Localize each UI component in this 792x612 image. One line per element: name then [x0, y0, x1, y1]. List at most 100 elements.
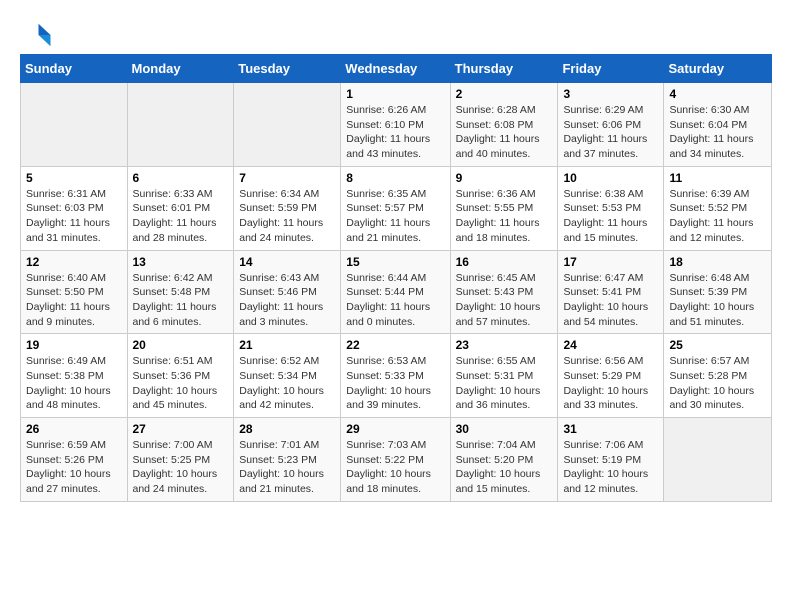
day-number: 27 — [133, 422, 229, 436]
day-info: Sunrise: 6:44 AMSunset: 5:44 PMDaylight:… — [346, 271, 444, 330]
day-cell — [664, 418, 772, 502]
day-number: 28 — [239, 422, 335, 436]
col-header-monday: Monday — [127, 55, 234, 83]
day-cell: 20 Sunrise: 6:51 AMSunset: 5:36 PMDayligh… — [127, 334, 234, 418]
calendar-table: SundayMondayTuesdayWednesdayThursdayFrid… — [20, 54, 772, 502]
day-number: 20 — [133, 338, 229, 352]
day-info: Sunrise: 6:36 AMSunset: 5:55 PMDaylight:… — [456, 187, 553, 246]
day-number: 8 — [346, 171, 444, 185]
day-info: Sunrise: 7:00 AMSunset: 5:25 PMDaylight:… — [133, 438, 229, 497]
day-cell: 12Sunrise: 6:40 AMSunset: 5:50 PMDayligh… — [21, 250, 128, 334]
day-number: 5 — [26, 171, 122, 185]
day-info: Sunrise: 6:35 AMSunset: 5:57 PMDaylight:… — [346, 187, 444, 246]
day-number: 2 — [456, 87, 553, 101]
day-number: 22 — [346, 338, 444, 352]
col-header-wednesday: Wednesday — [341, 55, 450, 83]
day-cell: 31 Sunrise: 7:06 AMSunset: 5:19 PMDayligh… — [558, 418, 664, 502]
day-number: 1 — [346, 87, 444, 101]
col-header-friday: Friday — [558, 55, 664, 83]
day-info: Sunrise: 7:06 AMSunset: 5:19 PMDaylight:… — [563, 438, 658, 497]
day-number: 30 — [456, 422, 553, 436]
day-cell: 7 Sunrise: 6:34 AMSunset: 5:59 PMDaylight… — [234, 166, 341, 250]
day-info: Sunrise: 6:48 AMSunset: 5:39 PMDaylight:… — [669, 271, 766, 330]
day-info: Sunrise: 6:56 AMSunset: 5:29 PMDaylight:… — [563, 354, 658, 413]
day-cell: 18 Sunrise: 6:48 AMSunset: 5:39 PMDayligh… — [664, 250, 772, 334]
day-info: Sunrise: 6:26 AMSunset: 6:10 PMDaylight:… — [346, 103, 444, 162]
day-number: 7 — [239, 171, 335, 185]
day-info: Sunrise: 7:04 AMSunset: 5:20 PMDaylight:… — [456, 438, 553, 497]
day-cell: 29 Sunrise: 7:03 AMSunset: 5:22 PMDayligh… — [341, 418, 450, 502]
day-cell: 25 Sunrise: 6:57 AMSunset: 5:28 PMDayligh… — [664, 334, 772, 418]
day-number: 17 — [563, 255, 658, 269]
week-row-2: 5 Sunrise: 6:31 AMSunset: 6:03 PMDaylight… — [21, 166, 772, 250]
day-cell: 23 Sunrise: 6:55 AMSunset: 5:31 PMDayligh… — [450, 334, 558, 418]
day-info: Sunrise: 6:42 AMSunset: 5:48 PMDaylight:… — [133, 271, 229, 330]
day-info: Sunrise: 7:03 AMSunset: 5:22 PMDaylight:… — [346, 438, 444, 497]
day-number: 23 — [456, 338, 553, 352]
day-number: 15 — [346, 255, 444, 269]
day-number: 10 — [563, 171, 658, 185]
day-info: Sunrise: 6:34 AMSunset: 5:59 PMDaylight:… — [239, 187, 335, 246]
day-info: Sunrise: 6:59 AMSunset: 5:26 PMDaylight:… — [26, 438, 122, 497]
col-header-saturday: Saturday — [664, 55, 772, 83]
day-cell: 17 Sunrise: 6:47 AMSunset: 5:41 PMDayligh… — [558, 250, 664, 334]
day-number: 4 — [669, 87, 766, 101]
day-number: 24 — [563, 338, 658, 352]
day-info: Sunrise: 6:57 AMSunset: 5:28 PMDaylight:… — [669, 354, 766, 413]
day-info: Sunrise: 6:29 AMSunset: 6:06 PMDaylight:… — [563, 103, 658, 162]
day-cell: 2 Sunrise: 6:28 AMSunset: 6:08 PMDaylight… — [450, 83, 558, 167]
day-cell: 15 Sunrise: 6:44 AMSunset: 5:44 PMDayligh… — [341, 250, 450, 334]
col-header-thursday: Thursday — [450, 55, 558, 83]
day-number: 21 — [239, 338, 335, 352]
day-cell: 3Sunrise: 6:29 AMSunset: 6:06 PMDaylight… — [558, 83, 664, 167]
day-info: Sunrise: 6:30 AMSunset: 6:04 PMDaylight:… — [669, 103, 766, 162]
day-info: Sunrise: 6:52 AMSunset: 5:34 PMDaylight:… — [239, 354, 335, 413]
day-cell: 11 Sunrise: 6:39 AMSunset: 5:52 PMDayligh… — [664, 166, 772, 250]
day-info: Sunrise: 6:28 AMSunset: 6:08 PMDaylight:… — [456, 103, 553, 162]
day-cell: 10Sunrise: 6:38 AMSunset: 5:53 PMDayligh… — [558, 166, 664, 250]
day-cell: 24 Sunrise: 6:56 AMSunset: 5:29 PMDayligh… — [558, 334, 664, 418]
day-number: 11 — [669, 171, 766, 185]
day-cell: 26 Sunrise: 6:59 AMSunset: 5:26 PMDayligh… — [21, 418, 128, 502]
day-cell: 21 Sunrise: 6:52 AMSunset: 5:34 PMDayligh… — [234, 334, 341, 418]
day-number: 13 — [133, 255, 229, 269]
day-info: Sunrise: 6:47 AMSunset: 5:41 PMDaylight:… — [563, 271, 658, 330]
day-info: Sunrise: 6:43 AMSunset: 5:46 PMDaylight:… — [239, 271, 335, 330]
day-info: Sunrise: 6:49 AMSunset: 5:38 PMDaylight:… — [26, 354, 122, 413]
day-info: Sunrise: 6:33 AMSunset: 6:01 PMDaylight:… — [133, 187, 229, 246]
week-row-3: 12Sunrise: 6:40 AMSunset: 5:50 PMDayligh… — [21, 250, 772, 334]
col-header-tuesday: Tuesday — [234, 55, 341, 83]
page-header — [20, 20, 772, 50]
logo — [20, 20, 52, 50]
day-number: 18 — [669, 255, 766, 269]
day-info: Sunrise: 6:55 AMSunset: 5:31 PMDaylight:… — [456, 354, 553, 413]
day-cell: 30 Sunrise: 7:04 AMSunset: 5:20 PMDayligh… — [450, 418, 558, 502]
day-cell: 1 Sunrise: 6:26 AMSunset: 6:10 PMDaylight… — [341, 83, 450, 167]
day-cell: 8 Sunrise: 6:35 AMSunset: 5:57 PMDaylight… — [341, 166, 450, 250]
day-cell: 27 Sunrise: 7:00 AMSunset: 5:25 PMDayligh… — [127, 418, 234, 502]
day-cell: 22 Sunrise: 6:53 AMSunset: 5:33 PMDayligh… — [341, 334, 450, 418]
day-info: Sunrise: 6:51 AMSunset: 5:36 PMDaylight:… — [133, 354, 229, 413]
day-cell: 28Sunrise: 7:01 AMSunset: 5:23 PMDayligh… — [234, 418, 341, 502]
day-cell: 4 Sunrise: 6:30 AMSunset: 6:04 PMDaylight… — [664, 83, 772, 167]
day-number: 16 — [456, 255, 553, 269]
day-cell: 6 Sunrise: 6:33 AMSunset: 6:01 PMDaylight… — [127, 166, 234, 250]
day-number: 25 — [669, 338, 766, 352]
day-cell — [234, 83, 341, 167]
day-info: Sunrise: 6:45 AMSunset: 5:43 PMDaylight:… — [456, 271, 553, 330]
day-number: 6 — [133, 171, 229, 185]
day-number: 19 — [26, 338, 122, 352]
day-number: 26 — [26, 422, 122, 436]
day-info: Sunrise: 6:40 AMSunset: 5:50 PMDaylight:… — [26, 271, 122, 330]
week-row-4: 19 Sunrise: 6:49 AMSunset: 5:38 PMDayligh… — [21, 334, 772, 418]
week-row-1: 1 Sunrise: 6:26 AMSunset: 6:10 PMDaylight… — [21, 83, 772, 167]
day-info: Sunrise: 6:31 AMSunset: 6:03 PMDaylight:… — [26, 187, 122, 246]
day-cell: 19 Sunrise: 6:49 AMSunset: 5:38 PMDayligh… — [21, 334, 128, 418]
day-number: 29 — [346, 422, 444, 436]
day-cell: 16 Sunrise: 6:45 AMSunset: 5:43 PMDayligh… — [450, 250, 558, 334]
logo-icon — [22, 20, 52, 50]
day-info: Sunrise: 6:53 AMSunset: 5:33 PMDaylight:… — [346, 354, 444, 413]
day-info: Sunrise: 6:39 AMSunset: 5:52 PMDaylight:… — [669, 187, 766, 246]
day-number: 9 — [456, 171, 553, 185]
day-number: 31 — [563, 422, 658, 436]
